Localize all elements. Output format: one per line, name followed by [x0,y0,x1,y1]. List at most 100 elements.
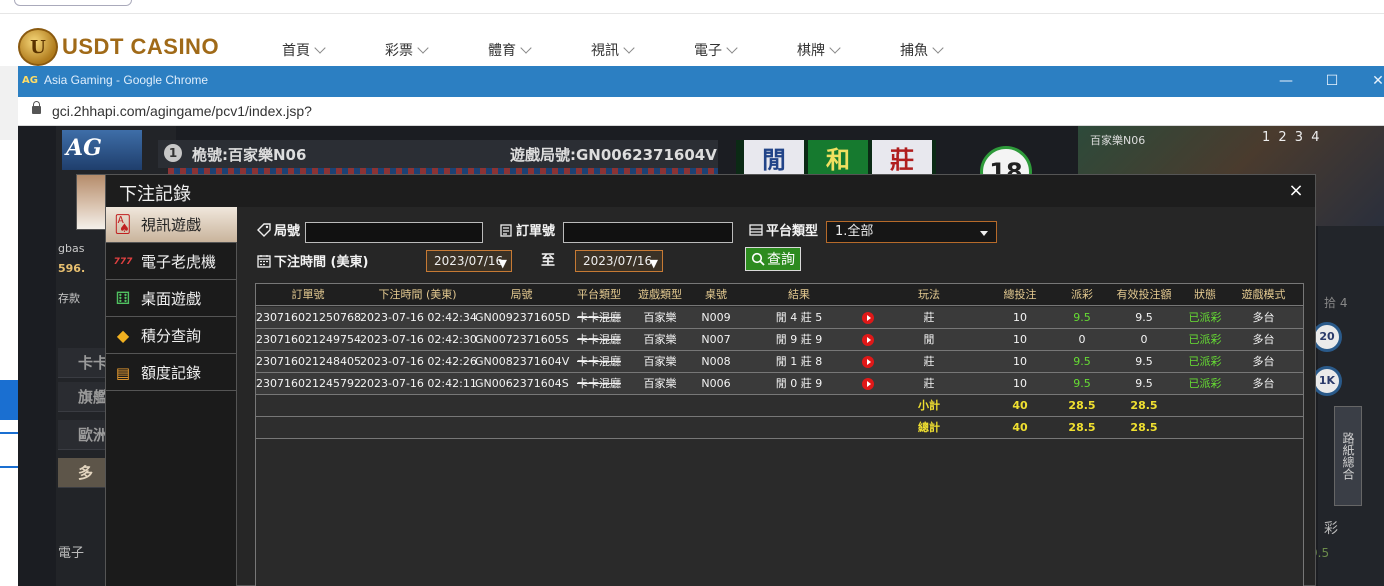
replay-play-icon[interactable] [862,356,874,368]
game-type: 百家樂 [643,355,677,368]
round-id: GN0072371605S [475,333,569,346]
bet-type: 閒 [923,333,935,346]
col-header: 遊戲類型 [638,288,682,301]
site-left-banner [0,140,20,586]
col-header: 派彩 [1071,288,1093,301]
date-from-value: 2023/07/16 [434,254,504,268]
bet-type: 莊 [923,355,935,368]
total-label: 總計 [918,421,940,434]
game-type: 百家樂 [643,311,677,324]
elec-label[interactable]: 電子 [58,542,84,561]
modal-title: 下注記錄 [119,184,191,205]
col-header: 有效投注額 [1116,288,1172,301]
platform-value: 1.全部 [835,224,874,239]
platform-label-text: 平台類型 [766,224,819,239]
replay-play-icon[interactable] [862,378,874,390]
site-header: U USDT CASINO 首頁 彩票 體育 視訊 電子 棋牌 捕魚 [0,14,1384,66]
round-id: GN0082371604V [475,355,570,368]
video-controls[interactable]: 1 2 3 4 [1262,130,1321,145]
slot-777-icon: 777 [113,256,133,267]
table-row: 230716021248405 2023-07-16 02:42:26 GN00… [256,351,1303,373]
site-logo[interactable]: U USDT CASINO [18,28,219,66]
url-text[interactable]: gci.2hhapi.com/agingame/pcv1/index.jsp? [52,103,312,119]
table-no: N009 [701,311,731,324]
sidebar-item-live-games[interactable]: 🂡 視訊遊戲 [106,207,237,243]
nav-label: 首頁 [282,43,310,59]
bet-type: 莊 [923,377,935,390]
bet-record-modal: 下注記錄 × 🂡 視訊遊戲 777 電子老虎機 ⚅ 桌面遊戲 ◆ 積分查詢 ▤ … [105,174,1316,586]
subtotal-bet: 40 [1012,399,1028,412]
subtotal-row: 小計 40 28.5 28.5 [256,395,1303,417]
order-id: 230716021250768 [256,311,361,324]
time-label-text: 下注時間 (美東) [274,255,369,270]
col-header: 下注時間 (美東) [378,288,457,301]
total-bet: 40 [1012,421,1028,434]
chevron-down-icon [520,42,532,54]
sidebar-item-label: 電子老虎機 [141,253,217,271]
close-icon[interactable]: × [1286,181,1306,201]
minimize-button[interactable]: — [1276,72,1296,90]
platform-select[interactable]: 1.全部 [826,221,997,243]
table-row: 230716021250768 2023-07-16 02:42:34 GN00… [256,307,1303,329]
top-strip [0,0,1384,14]
order-input[interactable] [563,222,733,243]
maximize-button[interactable]: ☐ [1322,72,1342,90]
window-close-button[interactable]: ✕ [1368,72,1384,90]
sidebar-item-credit-record[interactable]: ▤ 額度記錄 [106,355,237,391]
nav-label: 捕魚 [900,43,928,59]
nav-item-lottery[interactable]: 彩票 [385,40,488,60]
nav-item-home[interactable]: 首頁 [282,40,385,60]
modal-header: 下注記錄 × [106,175,1315,207]
replay-play-icon[interactable] [862,334,874,346]
banner-block [0,432,20,468]
round-label-text: 局號 [274,224,301,239]
site-nav: 首頁 彩票 體育 視訊 電子 棋牌 捕魚 [282,40,1003,60]
table-header: 訂單號 下注時間 (美東) 局號 平台類型 遊戲類型 桌號 結果 玩法 總投注 … [256,284,1303,306]
bet-record-table: 訂單號 下注時間 (美東) 局號 平台類型 遊戲類型 桌號 結果 玩法 總投注 … [255,283,1304,586]
time-label: 下注時間 (美東) [256,251,368,270]
deposit-label[interactable]: 存款 [58,290,80,306]
sidebar-item-table-games[interactable]: ⚅ 桌面遊戲 [106,281,237,317]
total-bet: 10 [1013,311,1027,324]
order-id: 230716021249754 [256,333,361,346]
date-to-picker[interactable]: 2023/07/16 ▼ [575,250,663,272]
table-label: 桅號:百家樂N06 [192,146,307,164]
sidebar-item-slots[interactable]: 777 電子老虎機 [106,244,237,280]
banner-block [0,380,20,420]
valid-bet: 9.5 [1135,355,1153,368]
user-label: gbas [58,242,85,255]
query-button[interactable]: 查詢 [745,247,801,271]
ag-favicon-icon: AG [22,75,38,86]
date-from-picker[interactable]: 2023/07/16 ▼ [426,250,512,272]
nav-item-slots[interactable]: 電子 [694,40,797,60]
chevron-down-icon [314,42,326,54]
modal-sidebar: 🂡 視訊遊戲 777 電子老虎機 ⚅ 桌面遊戲 ◆ 積分查詢 ▤ 額度記錄 [106,207,237,586]
nav-item-cards[interactable]: 棋牌 [797,40,900,60]
road-summary-tab[interactable]: 路紙總合 [1334,406,1362,506]
game-mode: 多台 [1252,333,1275,346]
nav-item-live[interactable]: 視訊 [591,40,694,60]
sidebar-item-points[interactable]: ◆ 積分查詢 [106,318,237,354]
round-input[interactable] [305,222,483,243]
total-valid: 28.5 [1130,421,1158,434]
chip-20[interactable]: 20 [1312,322,1342,352]
result: 閒 1 莊 8 [775,355,823,368]
subtotal-valid: 28.5 [1130,399,1158,412]
balance: 596. [58,262,86,275]
replay-play-icon[interactable] [862,312,874,324]
bet-time: 2023-07-16 02:42:30 [360,333,477,346]
order-label-text: 訂單號 [516,224,556,239]
total-row: 總計 40 28.5 28.5 [256,417,1303,439]
tag-icon [256,222,271,237]
chip-1k[interactable]: 1K [1312,366,1342,396]
result: 閒 9 莊 9 [775,333,823,346]
top-pill[interactable] [14,0,132,6]
document-icon: ▤ [115,363,131,382]
status: 已派彩 [1188,377,1222,390]
order-label: 訂單號 [498,220,555,239]
bet-time: 2023-07-16 02:42:26 [360,355,477,368]
col-header [856,284,880,306]
address-bar[interactable]: gci.2hhapi.com/agingame/pcv1/index.jsp? [18,97,1384,126]
nav-item-sports[interactable]: 體育 [488,40,591,60]
nav-item-fishing[interactable]: 捕魚 [900,40,1003,60]
